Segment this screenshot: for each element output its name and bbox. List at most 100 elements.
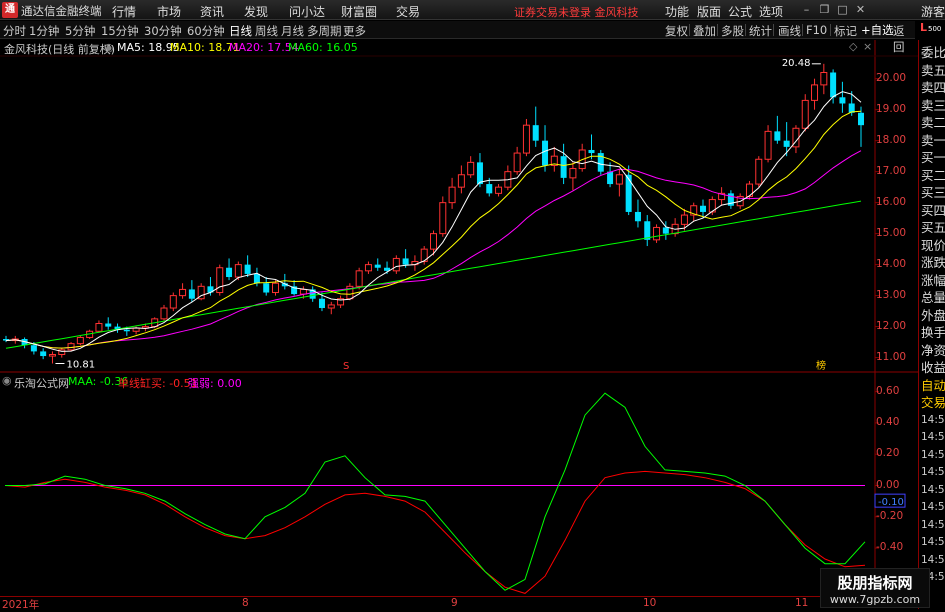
candle-body [522,124,530,154]
quote-panel-item: 卖二 [921,115,945,130]
candle-body [607,171,614,185]
candle-body [179,288,187,297]
candle-body [374,264,381,268]
date-label: 10 [643,597,657,609]
watermark: 股朋指标网 www.7gpzb.com [820,568,930,608]
quote-panel-item: 买三 [921,185,945,200]
ind-axis-label: 0.60 [876,384,900,397]
candle-body [216,267,224,294]
date-label: 11 [795,597,809,609]
candle-body [513,152,521,173]
ma10-line [5,110,862,349]
candle-body [76,336,84,345]
candle-body [439,202,447,235]
candle-body [430,233,437,250]
price-axis-label: 15.00 [876,226,907,239]
candle-body [625,174,632,212]
candle-body [486,184,493,194]
quote-panel-item: 14:56 [921,413,945,426]
quote-panel-item: 14:56 [921,466,945,478]
candle-body [560,156,567,178]
candle-body [634,211,641,222]
candle-body [542,140,549,166]
quote-panel-item: 14:56 [921,553,945,566]
marker-s: S [343,361,349,372]
candle-body [244,264,251,274]
candle-body [839,97,846,104]
date-label: 9 [451,597,458,609]
candle-body [318,298,325,309]
candle-body [48,354,56,357]
quote-side-panel: 委比 卖五 卖四 卖三 卖二 卖一 买一 买二 买三 买四 买五 现价 涨跌 涨幅 总量 外盘 换手 净资 收益 自动… [918,40,945,609]
candle-body [467,161,475,176]
candle-body [811,84,819,101]
maa-line [5,392,866,591]
price-axis-label: 11.00 [876,350,907,363]
candle-body [160,307,168,320]
candle-body [653,226,661,241]
quote-panel-item: 买五 [921,220,945,235]
quote-panel-item: 涨跌 [921,255,945,270]
quote-panel-item: 净资 [921,342,945,358]
quote-panel-item: 外盘 [921,307,945,323]
quote-panel-item: 换手 [921,325,945,340]
price-axis-label: 16.00 [876,195,907,208]
candle-body [764,130,772,160]
kline-chart[interactable]: 20.48 10.81 S 榜 -0.10 [0,0,945,609]
candle-body [830,72,837,98]
quote-panel-item: 收益 [921,360,945,375]
candle-body [402,258,409,265]
quote-panel-item: 现价 [921,237,945,253]
quote-panel-item: 14:56 [921,431,945,443]
candle-body [615,174,623,185]
candle-body [123,329,130,332]
quote-panel-item[interactable]: 交易 [921,394,945,411]
candle-body [569,168,577,179]
candle-body [588,149,595,154]
candle-body [858,112,864,126]
bs-line [4,470,866,594]
candle-body [169,295,177,309]
high-label: 20.48 [782,58,811,69]
price-axis-label: 18.00 [876,133,907,146]
quote-panel-item: 卖一 [921,132,945,148]
date-label: 2021年 [2,599,40,611]
candle-body [700,205,707,212]
candle-body [801,99,809,129]
candle-body [820,71,828,86]
ind-axis-label: 0.40 [876,415,900,428]
quote-panel-item: 14:56 [921,501,945,513]
candle-body [299,288,307,295]
candle-body [234,264,242,278]
price-axis-label: 17.00 [876,164,907,177]
candle-body [105,323,112,327]
ind-current-value: -0.10 [878,497,904,508]
candle-body [95,323,103,332]
candle-body [327,304,335,309]
candle-body [532,125,539,141]
candle-body [680,214,688,225]
candle-body [30,345,37,352]
candle-body [272,282,280,294]
low-label: 10.81 [66,359,95,370]
quote-panel-item: 卖五 [921,62,945,78]
candle-body [226,267,233,278]
date-axis: 2021年 8 9 10 11 [0,596,915,611]
quote-panel-item: 14:56 [921,483,945,496]
candle-body [132,327,140,332]
marker-b: 榜 [816,359,826,372]
quote-panel-item[interactable]: 自动 [921,377,945,394]
watermark-title: 股朋指标网 [837,574,913,592]
date-label: 8 [242,597,249,609]
candle-body [392,257,400,272]
quote-panel-item: 14:56 [921,448,945,461]
quote-panel-item: 涨幅 [921,272,945,288]
price-axis-label: 20.00 [876,71,907,84]
quote-panel-item: 14:56 [921,518,945,531]
price-axis-label: 14.00 [876,257,907,270]
price-axis-label: 13.00 [876,288,907,301]
price-axis-label: 12.00 [876,319,907,332]
ma5-line [5,91,862,352]
candle-body [355,270,363,287]
candle-body [755,158,763,185]
